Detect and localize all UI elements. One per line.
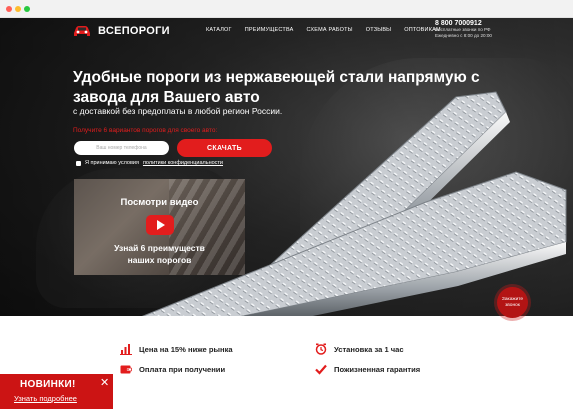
site-logo[interactable]: ВСЕПОРОГИ bbox=[72, 23, 170, 39]
consent-text: Я принимаю условия bbox=[85, 160, 139, 166]
close-icon[interactable]: ✕ bbox=[100, 376, 109, 389]
callback-line2: звонок bbox=[505, 302, 520, 308]
minimize-window-dot[interactable] bbox=[15, 6, 21, 12]
video-subtitle-line2: наших порогов bbox=[127, 255, 192, 265]
hero-title: Удобные пороги из нержавеющей стали напр… bbox=[73, 69, 480, 106]
header-phone[interactable]: 8 800 7000912 bbox=[435, 20, 492, 27]
offer-text: Получите 6 вариантов порогов для своего … bbox=[73, 127, 218, 134]
logo-text: ВСЕПОРОГИ bbox=[98, 25, 170, 37]
video-subtitle: Узнай 6 преимуществ наших порогов bbox=[74, 242, 245, 266]
video-title: Посмотри видео bbox=[120, 197, 199, 208]
wallet-icon bbox=[120, 363, 132, 375]
feature-label: Пожизненная гарантия bbox=[334, 364, 421, 374]
maximize-window-dot[interactable] bbox=[24, 6, 30, 12]
car-logo-icon bbox=[74, 26, 90, 36]
close-window-dot[interactable] bbox=[6, 6, 12, 12]
feature-label: Цена на 15% ниже рынка bbox=[139, 344, 233, 354]
callback-button[interactable]: Закажите звонок bbox=[497, 287, 528, 318]
clock-icon bbox=[315, 343, 327, 355]
hero-subtitle: с доставкой без предоплаты в любой регио… bbox=[73, 106, 283, 116]
nav-item-work-scheme[interactable]: СХЕМА РАБОТЫ bbox=[307, 27, 353, 33]
main-nav: КАТАЛОГ ПРЕИМУЩЕСТВА СХЕМА РАБОТЫ ОТЗЫВЫ… bbox=[206, 27, 441, 33]
chart-icon bbox=[120, 343, 132, 355]
consent-checkbox[interactable] bbox=[76, 160, 81, 166]
callback-line1: Закажите bbox=[501, 296, 524, 302]
phone-input[interactable] bbox=[74, 141, 169, 155]
promo-title: НОВИНКИ! bbox=[20, 379, 76, 390]
video-subtitle-line1: Узнай 6 преимуществ bbox=[114, 243, 205, 253]
promo-details-link[interactable]: Узнать подробнее bbox=[14, 394, 77, 403]
play-video-button[interactable] bbox=[146, 215, 174, 235]
privacy-consent: Я принимаю условия политики конфиденциал… bbox=[76, 160, 223, 166]
feature-label: Оплата при получении bbox=[139, 364, 226, 374]
feature-item: Установка за 1 час bbox=[315, 343, 404, 355]
nav-item-catalog[interactable]: КАТАЛОГ bbox=[206, 27, 232, 33]
nav-item-advantages[interactable]: ПРЕИМУЩЕСТВА bbox=[245, 27, 294, 33]
play-icon bbox=[157, 220, 165, 230]
browser-title-bar bbox=[0, 0, 573, 18]
new-products-banner: НОВИНКИ! Узнать подробнее ✕ bbox=[0, 374, 113, 409]
feature-item: Цена на 15% ниже рынка bbox=[120, 343, 233, 355]
working-hours: Ежедневно с 8:00 до 20:00 bbox=[435, 33, 492, 38]
download-button[interactable]: СКАЧАТЬ bbox=[177, 139, 272, 157]
nav-item-reviews[interactable]: ОТЗЫВЫ bbox=[366, 27, 392, 33]
privacy-policy-link[interactable]: политики конфиденциальности bbox=[143, 160, 223, 166]
feature-item: Пожизненная гарантия bbox=[315, 363, 420, 375]
feature-label: Установка за 1 час bbox=[334, 344, 404, 354]
header-contacts: 8 800 7000912 Бесплатные звонки по РФ Еж… bbox=[435, 20, 492, 39]
checkmark-icon bbox=[315, 363, 327, 375]
video-preview[interactable]: Посмотри видео Узнай 6 преимуществ наших… bbox=[74, 179, 245, 275]
feature-item: Оплата при получении bbox=[120, 363, 225, 375]
